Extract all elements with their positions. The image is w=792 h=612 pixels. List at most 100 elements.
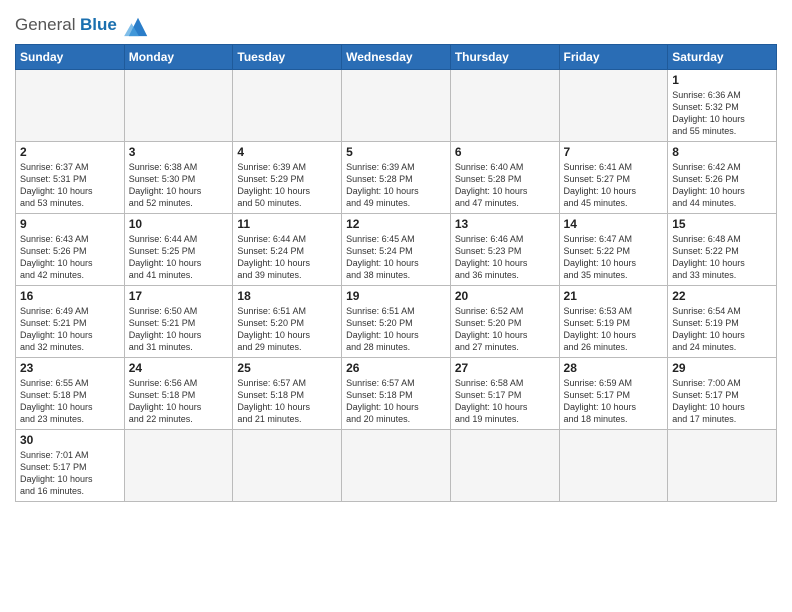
day-info: Sunrise: 6:38 AM Sunset: 5:30 PM Dayligh… xyxy=(129,161,229,210)
weekday-header-sunday: Sunday xyxy=(16,45,125,70)
week-row-4: 16Sunrise: 6:49 AM Sunset: 5:21 PM Dayli… xyxy=(16,286,777,358)
calendar-cell: 2 Sunrise: 6:37 AM Sunset: 5:31 PM Daylig… xyxy=(16,142,125,214)
day-number: 23 xyxy=(20,361,120,375)
day-number: 8 xyxy=(672,145,772,159)
calendar-cell: 13 Sunrise: 6:46 AM Sunset: 5:23 PM Dayli… xyxy=(450,214,559,286)
calendar-cell: 9 Sunrise: 6:43 AM Sunset: 5:26 PM Daylig… xyxy=(16,214,125,286)
day-number: 17 xyxy=(129,289,229,303)
calendar-cell xyxy=(450,70,559,142)
day-info: Sunrise: 6:47 AM Sunset: 5:22 PM Dayligh… xyxy=(564,233,664,282)
day-info: Sunrise: 7:01 AM Sunset: 5:17 PM Dayligh… xyxy=(20,449,120,498)
calendar-cell: 28 Sunrise: 6:59 AM Sunset: 5:17 PM Dayli… xyxy=(559,358,668,430)
calendar-cell xyxy=(233,70,342,142)
week-row-5: 23 Sunrise: 6:55 AM Sunset: 5:18 PM Dayli… xyxy=(16,358,777,430)
calendar-cell: 29 Sunrise: 7:00 AM Sunset: 5:17 PM Dayli… xyxy=(668,358,777,430)
day-number: 18 xyxy=(237,289,337,303)
calendar-table: SundayMondayTuesdayWednesdayThursdayFrid… xyxy=(15,44,777,502)
calendar-cell xyxy=(342,70,451,142)
calendar-cell xyxy=(342,430,451,502)
calendar-cell: 11 Sunrise: 6:44 AM Sunset: 5:24 PM Dayli… xyxy=(233,214,342,286)
day-number: 13 xyxy=(455,217,555,231)
week-row-3: 9 Sunrise: 6:43 AM Sunset: 5:26 PM Daylig… xyxy=(16,214,777,286)
day-number: 2 xyxy=(20,145,120,159)
day-number: 10 xyxy=(129,217,229,231)
calendar-cell: 20Sunrise: 6:52 AM Sunset: 5:20 PM Dayli… xyxy=(450,286,559,358)
week-row-6: 30 Sunrise: 7:01 AM Sunset: 5:17 PM Dayli… xyxy=(16,430,777,502)
day-number: 30 xyxy=(20,433,120,447)
day-number: 3 xyxy=(129,145,229,159)
calendar-cell: 16Sunrise: 6:49 AM Sunset: 5:21 PM Dayli… xyxy=(16,286,125,358)
day-info: Sunrise: 6:58 AM Sunset: 5:17 PM Dayligh… xyxy=(455,377,555,426)
day-info: Sunrise: 6:44 AM Sunset: 5:25 PM Dayligh… xyxy=(129,233,229,282)
header: General Blue xyxy=(15,10,777,38)
day-info: Sunrise: 6:57 AM Sunset: 5:18 PM Dayligh… xyxy=(346,377,446,426)
day-number: 28 xyxy=(564,361,664,375)
calendar-cell: 12 Sunrise: 6:45 AM Sunset: 5:24 PM Dayli… xyxy=(342,214,451,286)
day-number: 1 xyxy=(672,73,772,87)
day-number: 22 xyxy=(672,289,772,303)
day-info: Sunrise: 7:00 AM Sunset: 5:17 PM Dayligh… xyxy=(672,377,772,426)
day-number: 6 xyxy=(455,145,555,159)
day-info: Sunrise: 6:40 AM Sunset: 5:28 PM Dayligh… xyxy=(455,161,555,210)
calendar-cell xyxy=(16,70,125,142)
calendar-cell: 5Sunrise: 6:39 AM Sunset: 5:28 PM Daylig… xyxy=(342,142,451,214)
day-number: 4 xyxy=(237,145,337,159)
logo: General Blue xyxy=(15,14,152,38)
day-info: Sunrise: 6:50 AM Sunset: 5:21 PM Dayligh… xyxy=(129,305,229,354)
week-row-2: 2 Sunrise: 6:37 AM Sunset: 5:31 PM Daylig… xyxy=(16,142,777,214)
logo-icon xyxy=(124,14,152,38)
calendar-cell: 27 Sunrise: 6:58 AM Sunset: 5:17 PM Dayli… xyxy=(450,358,559,430)
weekday-header-wednesday: Wednesday xyxy=(342,45,451,70)
day-info: Sunrise: 6:42 AM Sunset: 5:26 PM Dayligh… xyxy=(672,161,772,210)
calendar-cell: 8 Sunrise: 6:42 AM Sunset: 5:26 PM Daylig… xyxy=(668,142,777,214)
day-number: 27 xyxy=(455,361,555,375)
calendar-cell: 23 Sunrise: 6:55 AM Sunset: 5:18 PM Dayli… xyxy=(16,358,125,430)
day-number: 19 xyxy=(346,289,446,303)
day-number: 29 xyxy=(672,361,772,375)
calendar-cell: 6 Sunrise: 6:40 AM Sunset: 5:28 PM Daylig… xyxy=(450,142,559,214)
logo-general: General xyxy=(15,15,75,34)
day-info: Sunrise: 6:45 AM Sunset: 5:24 PM Dayligh… xyxy=(346,233,446,282)
day-info: Sunrise: 6:59 AM Sunset: 5:17 PM Dayligh… xyxy=(564,377,664,426)
day-info: Sunrise: 6:48 AM Sunset: 5:22 PM Dayligh… xyxy=(672,233,772,282)
calendar-cell: 21Sunrise: 6:53 AM Sunset: 5:19 PM Dayli… xyxy=(559,286,668,358)
day-info: Sunrise: 6:46 AM Sunset: 5:23 PM Dayligh… xyxy=(455,233,555,282)
calendar-cell: 4Sunrise: 6:39 AM Sunset: 5:29 PM Daylig… xyxy=(233,142,342,214)
day-info: Sunrise: 6:54 AM Sunset: 5:19 PM Dayligh… xyxy=(672,305,772,354)
logo-text: General Blue xyxy=(15,14,152,38)
day-info: Sunrise: 6:43 AM Sunset: 5:26 PM Dayligh… xyxy=(20,233,120,282)
calendar-cell: 17 Sunrise: 6:50 AM Sunset: 5:21 PM Dayli… xyxy=(124,286,233,358)
calendar-cell: 14 Sunrise: 6:47 AM Sunset: 5:22 PM Dayli… xyxy=(559,214,668,286)
day-info: Sunrise: 6:49 AM Sunset: 5:21 PM Dayligh… xyxy=(20,305,120,354)
weekday-header-thursday: Thursday xyxy=(450,45,559,70)
calendar-cell: 18 Sunrise: 6:51 AM Sunset: 5:20 PM Dayli… xyxy=(233,286,342,358)
day-number: 25 xyxy=(237,361,337,375)
page: General Blue SundayMondayTuesdayWednesda… xyxy=(0,0,792,512)
day-info: Sunrise: 6:55 AM Sunset: 5:18 PM Dayligh… xyxy=(20,377,120,426)
day-number: 9 xyxy=(20,217,120,231)
day-info: Sunrise: 6:57 AM Sunset: 5:18 PM Dayligh… xyxy=(237,377,337,426)
calendar-cell xyxy=(233,430,342,502)
calendar-cell: 3 Sunrise: 6:38 AM Sunset: 5:30 PM Daylig… xyxy=(124,142,233,214)
day-number: 7 xyxy=(564,145,664,159)
day-number: 11 xyxy=(237,217,337,231)
day-info: Sunrise: 6:51 AM Sunset: 5:20 PM Dayligh… xyxy=(346,305,446,354)
day-info: Sunrise: 6:37 AM Sunset: 5:31 PM Dayligh… xyxy=(20,161,120,210)
calendar-cell xyxy=(124,430,233,502)
calendar-cell xyxy=(450,430,559,502)
calendar-cell: 22 Sunrise: 6:54 AM Sunset: 5:19 PM Dayli… xyxy=(668,286,777,358)
day-number: 14 xyxy=(564,217,664,231)
day-info: Sunrise: 6:44 AM Sunset: 5:24 PM Dayligh… xyxy=(237,233,337,282)
calendar-cell: 1Sunrise: 6:36 AM Sunset: 5:32 PM Daylig… xyxy=(668,70,777,142)
day-number: 12 xyxy=(346,217,446,231)
calendar-cell: 30 Sunrise: 7:01 AM Sunset: 5:17 PM Dayli… xyxy=(16,430,125,502)
day-info: Sunrise: 6:51 AM Sunset: 5:20 PM Dayligh… xyxy=(237,305,337,354)
day-number: 5 xyxy=(346,145,446,159)
week-row-1: 1Sunrise: 6:36 AM Sunset: 5:32 PM Daylig… xyxy=(16,70,777,142)
weekday-header-monday: Monday xyxy=(124,45,233,70)
calendar-cell xyxy=(124,70,233,142)
weekday-header-row: SundayMondayTuesdayWednesdayThursdayFrid… xyxy=(16,45,777,70)
day-info: Sunrise: 6:52 AM Sunset: 5:20 PM Dayligh… xyxy=(455,305,555,354)
day-number: 21 xyxy=(564,289,664,303)
calendar-cell: 24Sunrise: 6:56 AM Sunset: 5:18 PM Dayli… xyxy=(124,358,233,430)
